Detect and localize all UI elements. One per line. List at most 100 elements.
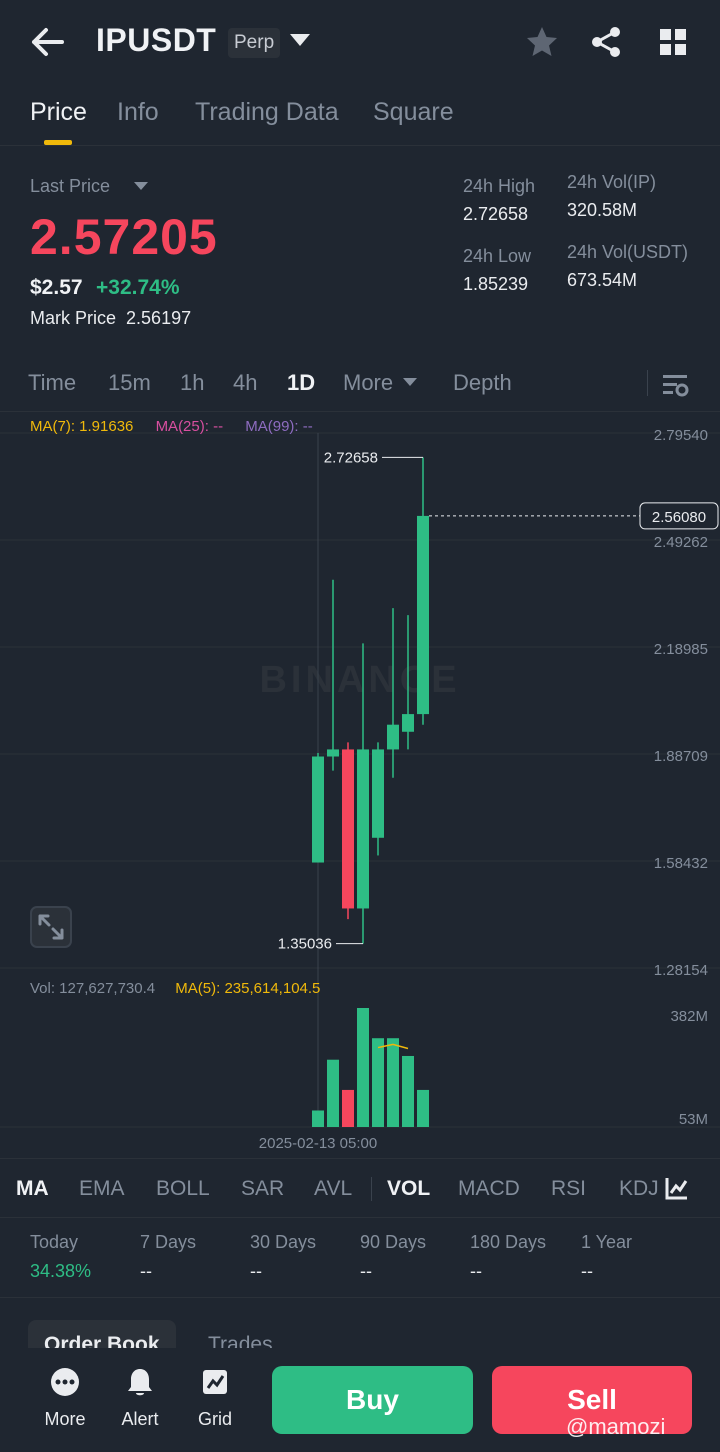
candle-body <box>312 756 324 863</box>
candle-body <box>417 515 429 715</box>
perf-label: Today <box>30 1232 79 1252</box>
min-price-label: 1.35036 <box>278 936 332 953</box>
high-label: 24h High <box>463 176 536 196</box>
interval-depth[interactable]: Depth <box>453 370 512 396</box>
share-icon[interactable] <box>588 24 624 60</box>
volume-bar <box>327 1059 339 1127</box>
price-summary: Last Price 2.57205 $2.57 +32.74% Mark Pr… <box>0 146 720 356</box>
volume-bar <box>312 1110 324 1127</box>
back-arrow-icon[interactable] <box>28 24 68 60</box>
perf-value: -- <box>140 1261 152 1281</box>
grid-trading-icon <box>203 1370 227 1394</box>
perf-90d: 90 Days -- <box>360 1232 426 1282</box>
grid-icon[interactable] <box>655 24 691 60</box>
perf-value: -- <box>470 1261 482 1281</box>
alert-button[interactable]: Alert <box>110 1366 170 1430</box>
watermark-text: @mamozi <box>566 1414 666 1439</box>
perf-value: -- <box>360 1261 372 1281</box>
perf-label: 1 Year <box>581 1232 633 1252</box>
perf-today: Today 34.38% <box>30 1232 91 1282</box>
indicator-settings-icon[interactable] <box>664 1175 690 1201</box>
low-label: 24h Low <box>463 246 532 266</box>
page-tabs: Price Info Trading Data Square <box>0 86 720 146</box>
grid-button[interactable]: Grid <box>185 1366 245 1430</box>
star-icon[interactable] <box>524 24 560 60</box>
max-price-label: 2.72658 <box>324 449 378 466</box>
volume-tick-label: 53M <box>679 1111 708 1128</box>
indicator-macd[interactable]: MACD <box>458 1177 520 1201</box>
top-bar: IPUSDT Perp <box>0 0 720 86</box>
tab-square[interactable]: Square <box>373 98 454 127</box>
more-button[interactable]: More <box>35 1366 95 1430</box>
contract-type-badge: Perp <box>228 28 281 58</box>
caret-down-icon[interactable] <box>290 34 310 46</box>
indicator-avl[interactable]: AVL <box>314 1177 352 1201</box>
volume-bar <box>357 1008 369 1127</box>
indicator-ema[interactable]: EMA <box>79 1177 125 1201</box>
interval-1d[interactable]: 1D <box>287 370 315 396</box>
perf-value: -- <box>581 1261 593 1281</box>
interval-1h[interactable]: 1h <box>180 370 204 396</box>
interval-15m[interactable]: 15m <box>108 370 151 396</box>
perf-label: 7 Days <box>140 1232 197 1252</box>
volume-bar <box>402 1055 414 1127</box>
indicator-sar[interactable]: SAR <box>241 1177 284 1201</box>
perf-value: 34.38% <box>30 1261 92 1281</box>
perf-180d: 180 Days -- <box>470 1232 546 1282</box>
buy-button[interactable]: Buy <box>272 1366 473 1434</box>
candle-body <box>357 749 369 909</box>
grid-label: Grid <box>197 1409 232 1429</box>
interval-time[interactable]: Time <box>28 370 76 396</box>
high-value: 2.72658 <box>463 204 529 224</box>
caret-down-icon[interactable] <box>403 378 417 386</box>
indicator-boll[interactable]: BOLL <box>156 1177 210 1201</box>
ma99-value: MA(99): -- <box>245 418 313 435</box>
indicator-rsi[interactable]: RSI <box>551 1177 586 1201</box>
tab-order-book[interactable]: Order Book <box>28 1320 176 1348</box>
performance-row: Today 34.38% 7 Days -- 30 Days -- 90 Day… <box>0 1218 720 1298</box>
current-price-label: 2.56080 <box>652 509 706 526</box>
volume-legend: Vol: 127,627,730.4 MA(5): 235,614,104.5 <box>30 980 336 997</box>
indicator-vol[interactable]: VOL <box>387 1177 430 1201</box>
tab-info[interactable]: Info <box>117 98 159 127</box>
alert-label: Alert <box>121 1409 159 1429</box>
interval-4h[interactable]: 4h <box>233 370 257 396</box>
perf-label: 180 Days <box>470 1232 547 1252</box>
indicator-ma[interactable]: MA <box>16 1177 49 1201</box>
tab-trading-data[interactable]: Trading Data <box>195 98 339 127</box>
orderbook-tabs: Order Book Trades <box>0 1318 720 1348</box>
last-price: 2.57205 <box>30 209 218 265</box>
chart-canvas[interactable]: 2.79540 2.49262 2.18985 1.88709 1.58432 1.281… <box>0 412 720 1156</box>
candle-body <box>372 749 384 838</box>
caret-down-icon[interactable] <box>134 182 148 190</box>
tab-trades[interactable]: Trades <box>192 1320 289 1348</box>
volume-value: Vol: 127,627,730.4 <box>30 980 156 997</box>
mark-price-value: 2.56197 <box>126 308 192 328</box>
perf-label: 30 Days <box>250 1232 317 1252</box>
volume-bar <box>387 1038 399 1127</box>
perf-30d: 30 Days -- <box>250 1232 316 1282</box>
indicator-bar: MA EMA BOLL SAR AVL VOL MACD RSI KDJ <box>0 1158 720 1218</box>
perf-label: 90 Days <box>360 1232 427 1252</box>
expand-icon[interactable] <box>30 906 72 948</box>
last-price-label[interactable]: Last Price <box>30 176 110 197</box>
mark-price-label: Mark Price <box>30 308 117 328</box>
symbol-title[interactable]: IPUSDT <box>96 22 216 59</box>
tab-price[interactable]: Price <box>30 98 87 127</box>
candle-body <box>327 749 339 757</box>
divider <box>647 370 648 396</box>
active-tab-indicator <box>44 140 72 145</box>
interval-more[interactable]: More <box>343 370 393 396</box>
candle-body <box>387 724 399 750</box>
vol-quote-label: 24h Vol(USDT) <box>567 242 689 262</box>
indicator-kdj[interactable]: KDJ <box>619 1177 659 1201</box>
volume-bar <box>417 1089 429 1127</box>
chart-settings-icon[interactable] <box>660 370 690 400</box>
volume-bar <box>342 1089 354 1127</box>
mark-price: Mark Price 2.56197 <box>30 308 191 329</box>
candle-body <box>402 714 414 732</box>
interval-bar: Time 15m 1h 4h 1D More Depth <box>0 356 720 412</box>
volume-tick-label: 382M <box>670 1008 708 1025</box>
bottom-action-bar: More Alert Grid Buy Sell @mamozi <box>0 1348 720 1452</box>
kline-chart[interactable]: 2.79540 2.49262 2.18985 1.88709 1.58432 1.281… <box>0 412 720 1156</box>
